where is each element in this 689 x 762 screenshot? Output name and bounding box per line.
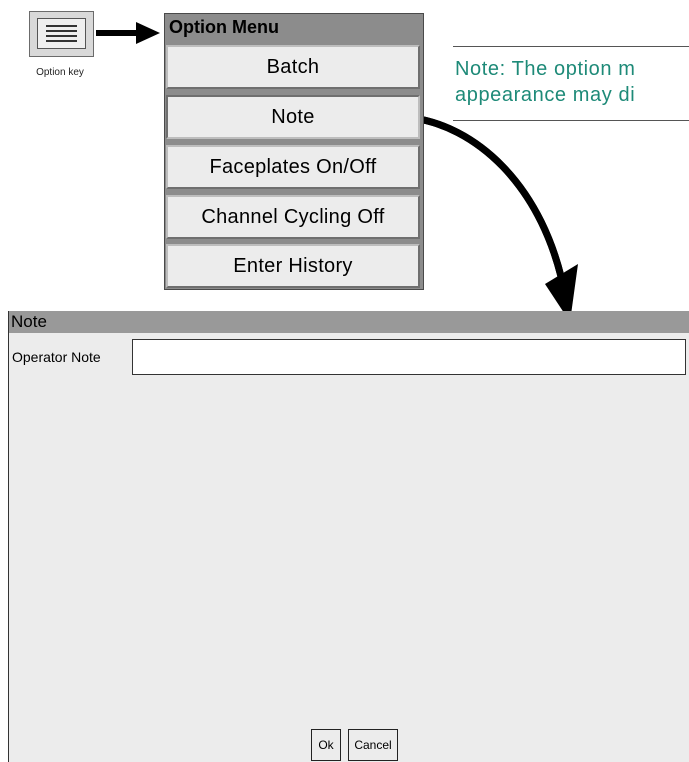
menu-item-note[interactable]: Note: [166, 95, 420, 139]
note-annotation: Note: The option m appearance may di: [455, 56, 689, 108]
menu-item-enter-history[interactable]: Enter History: [166, 244, 420, 288]
menu-item-faceplates[interactable]: Faceplates On/Off: [166, 145, 420, 189]
note-line-1: Note: The option m: [455, 58, 636, 80]
ok-button[interactable]: Ok: [311, 729, 341, 761]
note-bottom-rule: [453, 120, 689, 121]
note-line-2: appearance may di: [455, 84, 636, 106]
operator-note-label: Operator Note: [12, 349, 101, 365]
note-top-rule: [453, 46, 689, 47]
option-menu: Option Menu Batch Note Faceplates On/Off…: [164, 13, 424, 290]
operator-note-input[interactable]: [132, 339, 686, 375]
menu-item-channel-cycling[interactable]: Channel Cycling Off: [166, 195, 420, 239]
note-dialog: Note Operator Note Ok Cancel: [8, 311, 689, 762]
option-menu-title: Option Menu: [169, 17, 279, 37]
dialog-title: Note: [9, 311, 689, 333]
curved-arrow-icon: [404, 111, 578, 322]
cancel-button[interactable]: Cancel: [348, 729, 398, 761]
menu-item-batch[interactable]: Batch: [166, 45, 420, 89]
option-key-arrow-icon: [96, 22, 160, 44]
